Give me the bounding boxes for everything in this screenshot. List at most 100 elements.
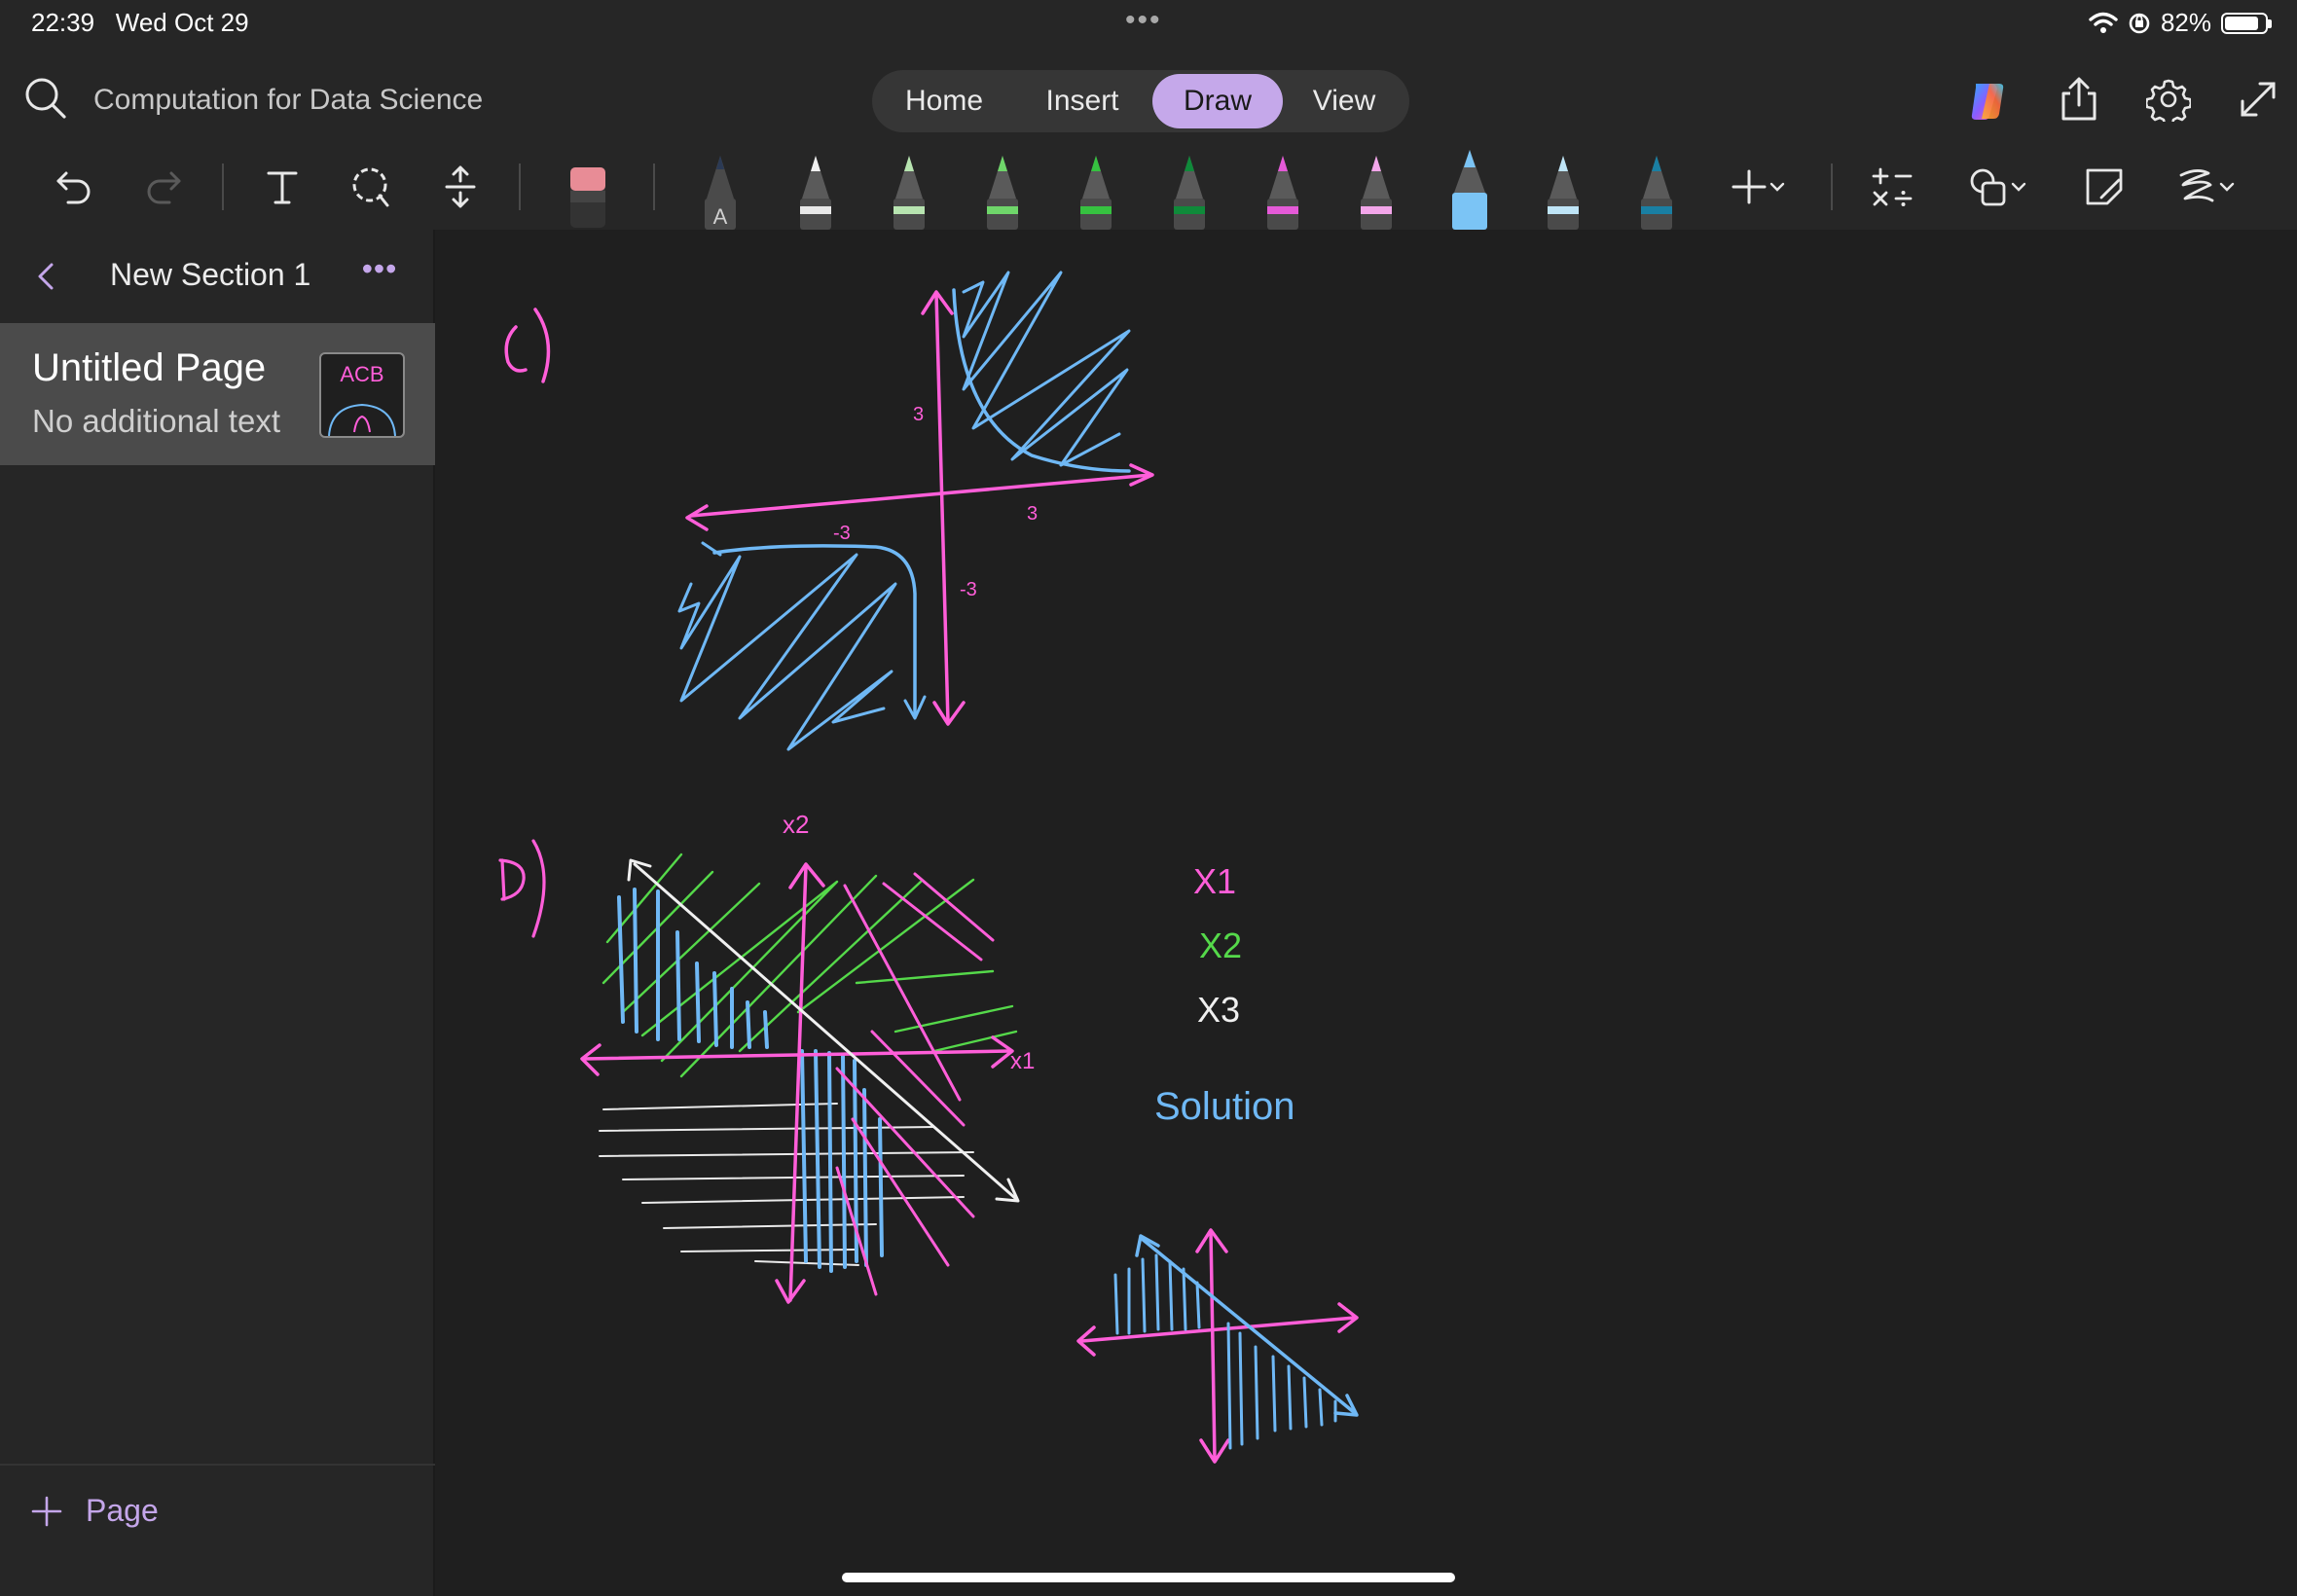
d-white-hatching	[599, 1103, 974, 1266]
expand-icon	[2241, 82, 2276, 117]
d-axis-label-x1: x1	[1010, 1048, 1035, 1074]
pen-green[interactable]	[981, 150, 1024, 230]
c-x-arrow-left	[685, 504, 709, 531]
pen-label: A	[713, 204, 728, 229]
battery-percent: 82%	[2160, 8, 2211, 37]
plus-icon	[31, 1496, 62, 1526]
math-icon	[1872, 167, 1913, 206]
draw-ribbon: A	[0, 146, 2297, 230]
type-text-button[interactable]	[257, 162, 308, 212]
notebook-title[interactable]: Computation for Data Science	[93, 84, 483, 117]
d-blue-hatching-lower	[800, 1049, 884, 1273]
ribbon-divider	[1831, 163, 1833, 210]
chevron-down-icon	[1769, 182, 1785, 192]
copilot-icon	[1971, 84, 2004, 120]
c-tick-y-neg3: -3	[960, 579, 977, 600]
tab-home[interactable]: Home	[876, 74, 1012, 128]
add-pen-button[interactable]	[1719, 162, 1797, 212]
pen-blue-selected[interactable]	[1448, 150, 1491, 230]
d-legend: X1 X2 X3 Solution	[1154, 861, 1295, 1128]
page-preview-text: No additional text	[32, 403, 280, 439]
status-date-text: Wed Oct 29	[115, 8, 249, 37]
pen-light-green[interactable]	[888, 150, 930, 230]
pen-dark-green[interactable]	[1168, 150, 1211, 230]
search-icon	[25, 78, 66, 119]
shapes-icon	[1970, 168, 2006, 206]
copilot-button[interactable]	[1964, 74, 2015, 125]
c-tick-x-3: 3	[1027, 503, 1038, 525]
home-indicator[interactable]	[842, 1573, 1455, 1582]
tab-draw[interactable]: Draw	[1152, 74, 1283, 128]
pen-bright-green[interactable]	[1075, 150, 1117, 230]
tab-insert[interactable]: Insert	[1012, 74, 1152, 128]
d-x1-axis	[582, 1049, 1012, 1061]
chevron-down-icon	[2219, 182, 2235, 192]
pen-white[interactable]	[794, 150, 837, 230]
shapes-button[interactable]	[1958, 162, 2036, 212]
c-tick-y-3: 3	[913, 404, 924, 425]
sol-hatching	[1113, 1253, 1337, 1450]
ribbon-divider	[519, 163, 521, 210]
ribbon-divider	[653, 163, 655, 210]
c-tick-x-neg3: -3	[833, 523, 851, 544]
chevron-down-icon	[2011, 182, 2026, 192]
c-q3-hatching	[677, 553, 897, 751]
plus-icon	[1732, 169, 1767, 204]
lasso-select-button[interactable]	[346, 162, 396, 212]
label-d-stroke	[498, 858, 526, 901]
legend-x1: X1	[1193, 861, 1236, 901]
settings-button[interactable]	[2143, 74, 2194, 125]
pen-light-blue[interactable]	[1542, 150, 1585, 230]
redo-button[interactable]	[138, 162, 189, 212]
solution-label: Solution	[1154, 1085, 1295, 1128]
add-page-button[interactable]: Page	[29, 1493, 159, 1529]
orientation-lock-icon	[2129, 13, 2150, 33]
multitasking-dots[interactable]: •••	[1125, 4, 1162, 37]
battery-icon	[2221, 12, 2272, 34]
thumbnail-preview: ACB	[328, 362, 396, 437]
status-indicators: 82%	[2089, 8, 2272, 38]
sticky-pen-icon	[2086, 168, 2123, 205]
c-y-axis	[934, 292, 950, 724]
fullscreen-button[interactable]	[2233, 74, 2283, 125]
pen-magenta[interactable]	[1261, 150, 1304, 230]
chevron-left-icon[interactable]	[27, 257, 66, 296]
ink-to-shape-button[interactable]	[2079, 162, 2130, 212]
section-header: New Section 1 •••	[0, 230, 435, 323]
legend-x3: X3	[1197, 990, 1240, 1030]
c-x-axis	[689, 473, 1152, 518]
tab-view[interactable]: View	[1283, 74, 1405, 128]
ink-to-text-button[interactable]	[2167, 162, 2244, 212]
add-space-button[interactable]	[435, 162, 486, 212]
insert-space-icon	[445, 165, 476, 208]
add-page-label: Page	[86, 1493, 159, 1528]
section-more-button[interactable]: •••	[360, 249, 399, 288]
eraser-tool[interactable]	[566, 150, 609, 230]
math-button[interactable]	[1867, 162, 1917, 212]
app-chrome: 22:39 Wed Oct 29 ••• 82% Computation for…	[0, 0, 2297, 230]
status-time: 22:39 Wed Oct 29	[31, 8, 249, 38]
undo-icon	[56, 171, 91, 204]
sol-arrow-top	[1135, 1234, 1160, 1257]
handwriting-icon	[2179, 169, 2214, 202]
sol-y-axis	[1209, 1230, 1217, 1462]
page-title: Untitled Page	[32, 346, 267, 389]
pen-teal[interactable]	[1635, 150, 1678, 230]
share-button[interactable]	[2054, 74, 2104, 125]
note-canvas[interactable]: 3 3 -3 -3 x2 x1 X1 X2 X3 Solution	[437, 230, 2297, 1596]
wifi-icon	[2089, 12, 2118, 33]
lasso-icon	[352, 167, 389, 207]
pen-light-pink[interactable]	[1355, 150, 1398, 230]
d-blue-hatching-upper	[617, 888, 769, 1049]
section-title: New Section 1	[110, 257, 311, 292]
label-d-paren	[531, 839, 546, 938]
d-green-hatching	[602, 852, 1018, 1078]
ink-drawing[interactable]: 3 3 -3 -3 x2 x1 X1 X2 X3 Solution	[437, 230, 2297, 1596]
text-tool-icon	[267, 171, 298, 204]
search-button[interactable]	[23, 76, 68, 121]
sol-x-axis	[1080, 1316, 1357, 1343]
gear-icon	[2146, 79, 2191, 122]
pen-dark-blue[interactable]: A	[699, 150, 742, 230]
undo-button[interactable]	[49, 162, 99, 212]
sidebar-divider	[0, 1464, 435, 1466]
